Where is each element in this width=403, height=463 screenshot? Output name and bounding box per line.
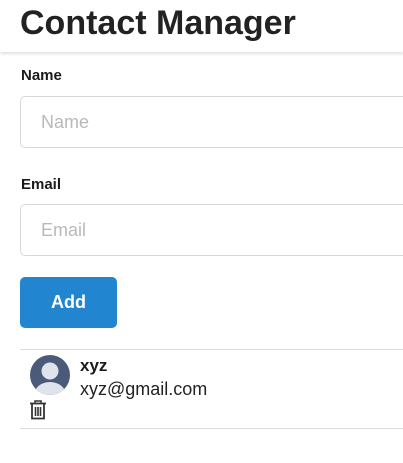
name-label: Name (21, 67, 62, 84)
contact-email: xyz@gmail.com (80, 379, 208, 399)
contact-list: xyz xyz@gmail.com (20, 349, 403, 429)
app-header: Contact Manager (0, 0, 403, 52)
page-title: Contact Manager (20, 4, 296, 42)
contact-name: xyz (80, 356, 108, 375)
add-button[interactable]: Add (20, 277, 117, 328)
email-label: Email (21, 176, 62, 193)
email-input[interactable] (20, 204, 403, 256)
user-avatar-icon (30, 355, 70, 395)
trash-icon[interactable] (29, 400, 47, 420)
name-input[interactable] (20, 96, 403, 148)
